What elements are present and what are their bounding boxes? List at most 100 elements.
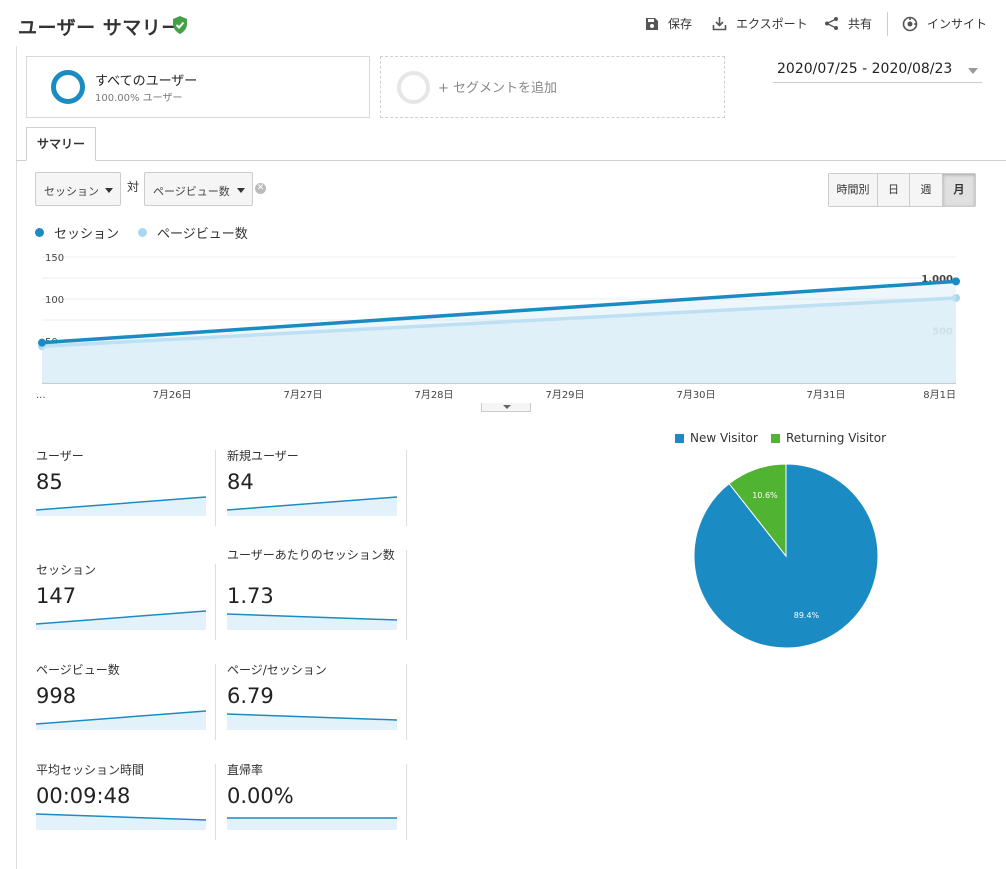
x-axis-tick: 8月1日 — [923, 389, 956, 401]
visitor-type-pie-chart: 89.4% 10.6% — [693, 463, 879, 649]
chevron-down-icon — [968, 68, 978, 74]
legend-sessions[interactable]: セッション — [35, 223, 119, 242]
legend-pageviews[interactable]: ページビュー数 — [138, 223, 248, 242]
sparkline — [36, 710, 206, 730]
primary-metric-dropdown[interactable]: セッション — [35, 172, 121, 206]
sparkline — [227, 613, 397, 630]
scorecard-label: ユーザー — [36, 449, 84, 463]
granularity-month[interactable]: 月 — [943, 174, 975, 206]
sparkline-area — [36, 711, 206, 730]
granularity-toggle: 時間別 日 週 月 — [828, 173, 976, 207]
scorecard-value: 84 — [227, 470, 254, 494]
pie-legend-returning[interactable]: Returning Visitor — [771, 431, 886, 445]
scorecard-label: ページ/セッション — [227, 663, 327, 677]
sparkline-area — [227, 818, 397, 830]
scorecard-value: 00:09:48 — [36, 784, 131, 808]
sparkline-area — [227, 497, 397, 516]
card-divider — [215, 664, 216, 740]
legend-pageviews-label: ページビュー数 — [157, 227, 248, 242]
report-header: ユーザー サマリー 保存 エクスポート 共有 インサイト — [0, 0, 1006, 46]
save-label: 保存 — [668, 17, 693, 31]
pie-slice-label: 89.4% — [794, 611, 820, 620]
secondary-metric-label: ページビュー数 — [153, 185, 230, 198]
scorecard[interactable]: 平均セッション時間 00:09:48 — [36, 763, 216, 853]
sessions-point[interactable] — [38, 338, 46, 347]
segment-placeholder-icon — [397, 71, 430, 104]
pie-legend-new[interactable]: New Visitor — [675, 431, 758, 445]
granularity-day[interactable]: 日 — [878, 174, 910, 206]
card-divider — [406, 664, 407, 740]
legend-square-icon — [675, 433, 684, 443]
scorecard-value: 6.79 — [227, 684, 274, 708]
sessions-pageviews-chart: 150100501,000500...7月26日7月27日7月28日7月29日7… — [36, 253, 960, 401]
sessions-point[interactable] — [952, 277, 960, 286]
report-page: ユーザー サマリー 保存 エクスポート 共有 インサイト すべてのユーザー 10… — [0, 0, 1006, 869]
scorecard[interactable]: セッション 147 — [36, 563, 216, 653]
sparkline — [227, 817, 397, 830]
segment-percentage: 100.00% ユーザー — [95, 93, 183, 104]
scorecard[interactable]: ユーザーあたりのセッション数 1.73 — [227, 548, 407, 638]
scorecard-value: 998 — [36, 684, 77, 708]
scorecard[interactable]: 新規ユーザー 84 — [227, 449, 407, 539]
pie-legend-new-label: New Visitor — [690, 431, 758, 445]
scorecard[interactable]: 直帰率 0.00% — [227, 763, 407, 853]
card-divider — [406, 764, 407, 840]
scorecard-value: 1.73 — [227, 584, 274, 608]
verified-shield-icon — [173, 16, 187, 34]
card-divider — [215, 764, 216, 840]
sparkline-area — [36, 611, 206, 630]
tab-summary[interactable]: サマリー — [26, 127, 96, 161]
scorecard-value: 0.00% — [227, 784, 294, 808]
add-segment-label: + セグメントを追加 — [438, 81, 558, 96]
insights-button[interactable]: インサイト — [902, 15, 987, 32]
chart-collapse-handle[interactable] — [481, 403, 531, 412]
save-icon — [646, 17, 658, 30]
legend-dot-icon — [138, 228, 147, 237]
pie-slice-label: 10.6% — [752, 491, 778, 500]
sparkline — [36, 813, 206, 830]
export-icon — [712, 17, 727, 31]
x-axis-tick: 7月27日 — [283, 389, 322, 401]
legend-sessions-label: セッション — [54, 227, 120, 242]
scorecard-value: 85 — [36, 470, 63, 494]
scorecard[interactable]: ページ/セッション 6.79 — [227, 663, 407, 753]
granularity-hourly[interactable]: 時間別 — [829, 174, 878, 206]
add-segment-button[interactable]: + セグメントを追加 — [380, 56, 725, 118]
card-divider — [215, 450, 216, 526]
share-button[interactable]: 共有 — [824, 15, 872, 32]
scorecard-label: 新規ユーザー — [227, 449, 299, 463]
clear-metric-icon[interactable]: ✕ — [255, 183, 266, 194]
pie-legend-returning-label: Returning Visitor — [786, 431, 887, 445]
sparkline-area — [36, 497, 206, 516]
segment-all-users[interactable]: すべてのユーザー 100.00% ユーザー — [26, 56, 370, 118]
sparkline — [36, 496, 206, 516]
x-axis-tick: 7月30日 — [676, 389, 715, 401]
scorecard-label: セッション — [36, 563, 97, 577]
header-divider — [887, 12, 888, 36]
export-label: エクスポート — [736, 17, 808, 31]
scorecard-value: 147 — [36, 584, 77, 608]
date-range-picker[interactable]: 2020/07/25 - 2020/08/23 — [773, 59, 982, 83]
insights-icon — [902, 16, 918, 31]
granularity-week[interactable]: 週 — [910, 174, 943, 206]
x-axis-tick: ... — [36, 390, 46, 401]
primary-metric-label: セッション — [44, 185, 99, 198]
legend-square-icon — [771, 433, 780, 443]
sparkline — [227, 496, 397, 516]
left-axis-tick: 150 — [45, 253, 64, 264]
scorecard[interactable]: ユーザー 85 — [36, 449, 216, 539]
export-button[interactable]: エクスポート — [712, 15, 808, 32]
insights-label: インサイト — [927, 17, 988, 31]
secondary-metric-dropdown[interactable]: ページビュー数 — [144, 172, 253, 206]
scorecard-label: ページビュー数 — [36, 663, 120, 677]
scorecard[interactable]: ページビュー数 998 — [36, 663, 216, 753]
card-divider — [406, 550, 407, 640]
x-axis-tick: 7月28日 — [414, 389, 453, 401]
x-axis-tick: 7月31日 — [806, 389, 845, 401]
x-axis-tick: 7月29日 — [545, 389, 584, 401]
left-axis-tick: 100 — [45, 295, 64, 306]
sparkline — [36, 610, 206, 630]
save-button[interactable]: 保存 — [645, 15, 692, 32]
page-title: ユーザー サマリー — [18, 17, 181, 39]
scorecard-label: 平均セッション時間 — [36, 763, 145, 777]
